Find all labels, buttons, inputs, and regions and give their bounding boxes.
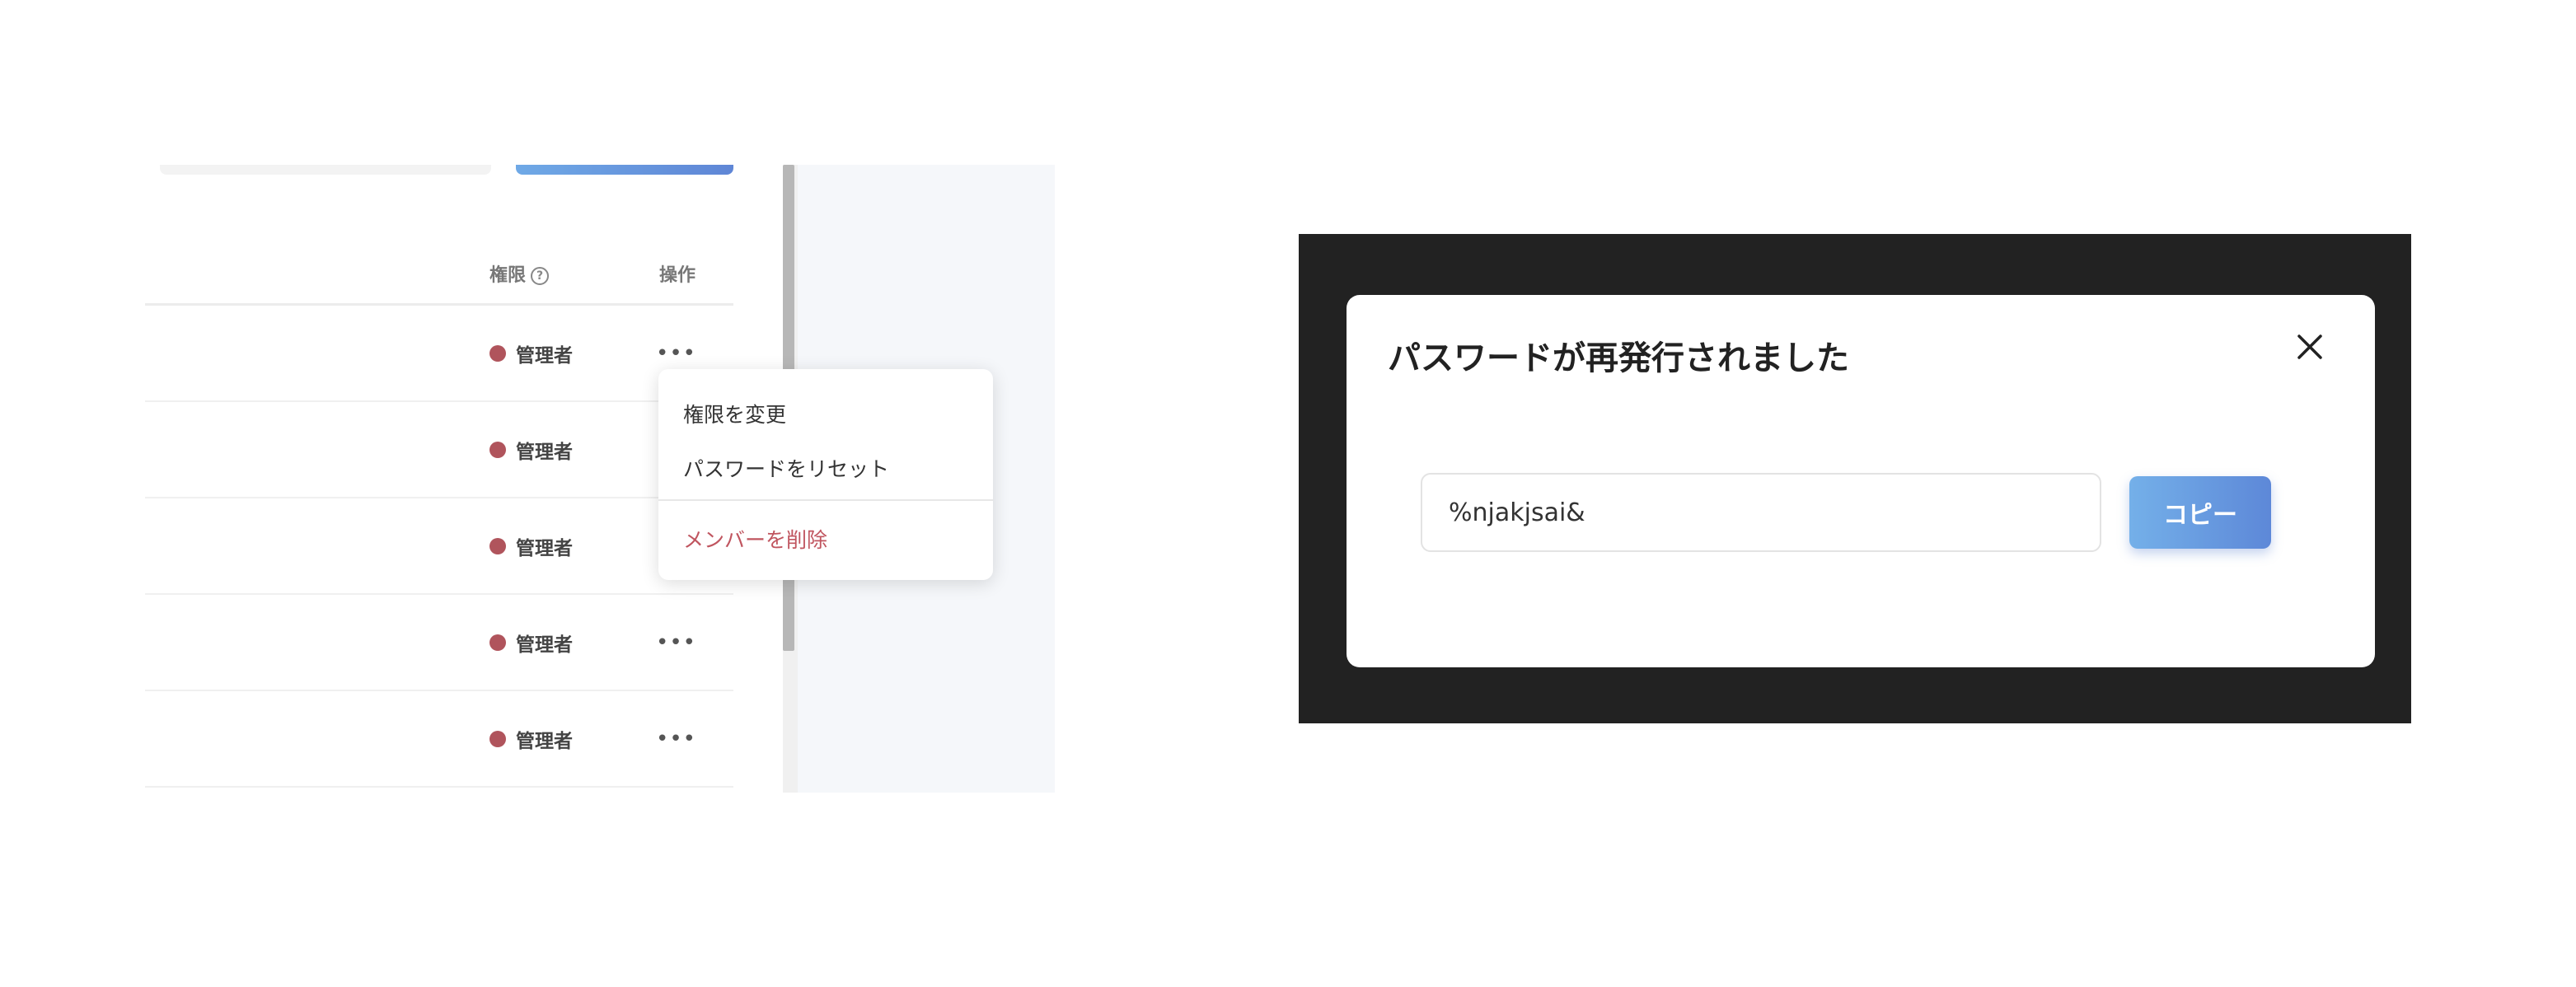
member-list-panel: 権限? 操作 管理者 ••• 管理者 管理者 管理者 ••• 管理者 ••• 権… [145,165,1055,793]
role-badge: 管理者 [489,725,573,753]
role-label: 管理者 [516,537,573,559]
role-dot-icon [489,730,506,747]
menu-divider [658,499,993,501]
more-options-button[interactable]: ••• [656,632,696,653]
table-row: 管理者 ••• [145,595,733,691]
more-options-button[interactable]: ••• [656,343,696,364]
role-dot-icon [489,537,506,554]
modal-overlay: パスワードが再発行されました コピー [1299,234,2411,723]
role-badge: 管理者 [489,629,573,657]
table-row: 管理者 [145,498,733,595]
role-badge: 管理者 [489,339,573,367]
menu-item-change-permission[interactable]: 権限を変更 [683,399,786,428]
role-dot-icon [489,441,506,458]
menu-item-reset-password[interactable]: パスワードをリセット [683,453,889,483]
column-header-permission-label: 権限 [489,265,527,286]
password-reissued-dialog: パスワードが再発行されました コピー [1347,295,2375,667]
table-row: 管理者 ••• [145,691,733,788]
more-options-button[interactable]: ••• [656,728,696,750]
role-label: 管理者 [516,344,573,367]
role-badge: 管理者 [489,436,573,464]
role-label: 管理者 [516,634,573,656]
search-input[interactable] [160,165,491,175]
copy-button[interactable]: コピー [2129,476,2271,549]
close-icon[interactable] [2296,333,2324,361]
table-row: 管理者 [145,402,733,498]
role-dot-icon [489,344,506,362]
dialog-title: パスワードが再発行されました [1388,339,1849,377]
role-dot-icon [489,634,506,651]
help-icon[interactable]: ? [531,267,550,285]
role-label: 管理者 [516,730,573,752]
role-badge: 管理者 [489,532,573,560]
column-header-permission: 権限? [489,260,550,287]
role-label: 管理者 [516,441,573,463]
table-row: 管理者 ••• [145,306,733,402]
new-password-field[interactable] [1421,473,2101,552]
menu-item-remove-member[interactable]: メンバーを削除 [683,524,827,554]
member-context-menu: 権限を変更 パスワードをリセット メンバーを削除 [658,369,993,580]
add-member-button[interactable] [516,165,733,175]
column-header-actions: 操作 [659,265,696,286]
